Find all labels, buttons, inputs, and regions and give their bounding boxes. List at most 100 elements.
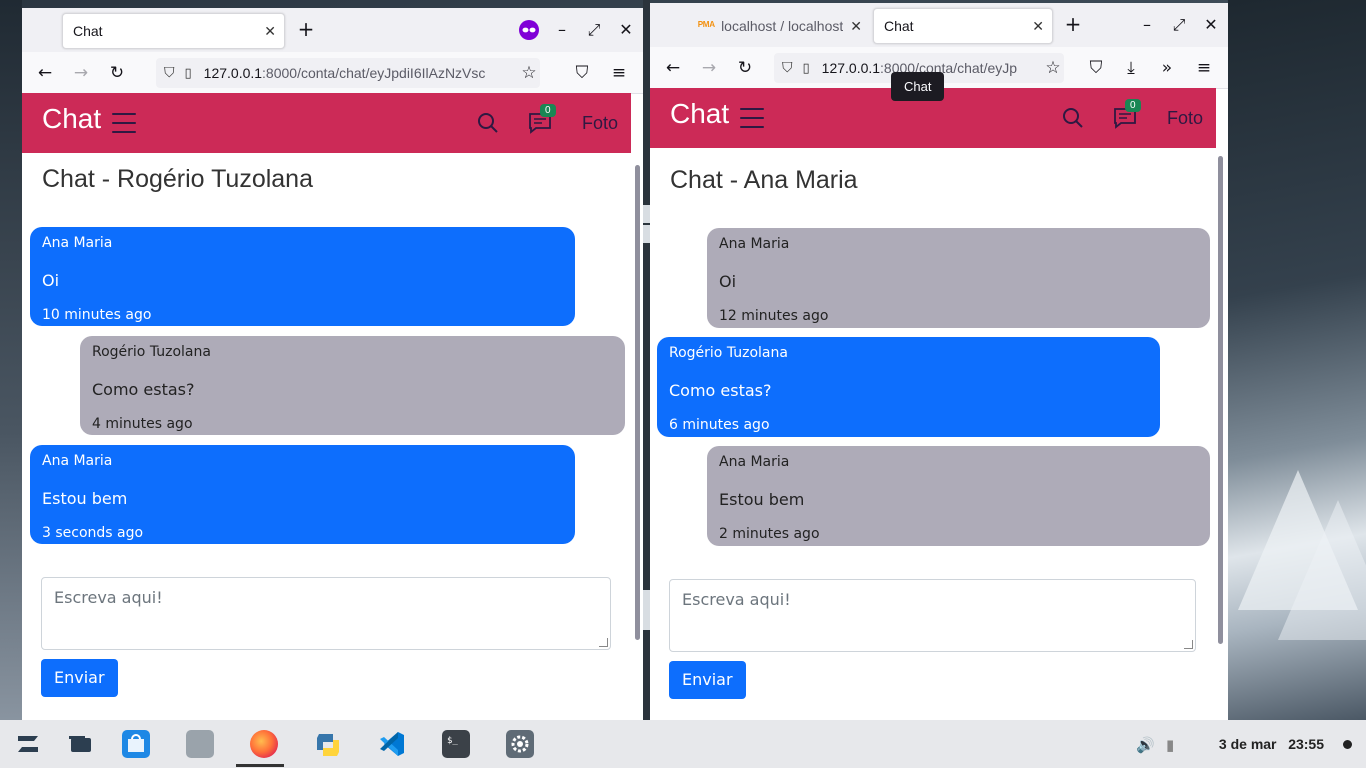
download-icon[interactable]: ⤓	[1120, 57, 1142, 79]
pocket-icon[interactable]: ⛉	[1085, 57, 1107, 79]
foto-link[interactable]: Foto	[1167, 108, 1203, 129]
message-sender: Ana Maria	[719, 236, 790, 252]
pocket-icon[interactable]: ⛉	[571, 62, 593, 84]
message-bubble: Ana Maria Oi 10 minutes ago	[30, 227, 575, 326]
browser-toolbar: ← → ↻ ⛉ ▯ 127.0.0.1:8000/conta/chat/eyJp…	[22, 52, 643, 94]
resize-handle-icon[interactable]	[1184, 640, 1193, 649]
tab-label: Chat	[73, 23, 103, 39]
settings-icon[interactable]	[506, 730, 534, 758]
close-icon[interactable]: ✕	[850, 18, 862, 35]
files-icon[interactable]	[186, 730, 214, 758]
send-button[interactable]: Enviar	[41, 659, 118, 697]
window-close-icon[interactable]: ✕	[616, 20, 636, 40]
page-icon: ▯	[802, 60, 810, 76]
zorin-menu-icon[interactable]	[14, 730, 42, 758]
page-title: Chat - Rogério Tuzolana	[42, 165, 313, 193]
resize-handle-icon[interactable]	[599, 638, 608, 647]
terminal-icon[interactable]: $_	[442, 730, 470, 758]
bookmark-star-icon[interactable]: ☆	[518, 62, 540, 84]
messages-icon[interactable]: 0	[1113, 99, 1141, 129]
app-navbar: Chat 0 Foto	[22, 93, 631, 153]
message-time: 12 minutes ago	[719, 308, 829, 324]
messages-icon[interactable]: 0	[528, 104, 556, 134]
tab-label: Chat	[884, 18, 914, 34]
reload-icon[interactable]: ↻	[734, 57, 756, 79]
scrollbar[interactable]	[635, 165, 640, 640]
message-bubble: Ana Maria Estou bem 3 seconds ago	[30, 445, 575, 544]
new-tab-icon[interactable]: +	[296, 19, 316, 39]
browser-window-right: ᴾᴹᴬ localhost / localhost ✕ Chat ✕ + – ⤢…	[650, 3, 1228, 720]
message-time: 2 minutes ago	[719, 526, 820, 542]
send-button[interactable]: Enviar	[669, 661, 746, 699]
message-bubble: Rogério Tuzolana Como estas? 6 minutes a…	[657, 337, 1160, 437]
app-brand[interactable]: Chat	[42, 103, 101, 135]
message-input[interactable]: Escreva aqui!	[41, 577, 611, 650]
maximize-icon[interactable]: ⤢	[1169, 15, 1189, 35]
message-count-badge: 0	[540, 104, 556, 117]
window-close-icon[interactable]: ✕	[1201, 15, 1221, 35]
overflow-chevron-icon[interactable]: »	[1156, 57, 1178, 79]
message-bubble: Rogério Tuzolana Como estas? 4 minutes a…	[80, 336, 625, 435]
forward-icon[interactable]: →	[70, 62, 92, 84]
window-switcher-icon[interactable]	[67, 730, 95, 758]
hamburger-menu-icon[interactable]	[112, 113, 136, 133]
vscode-icon[interactable]	[378, 730, 406, 758]
maximize-icon[interactable]: ⤢	[584, 20, 604, 40]
shield-icon[interactable]: ⛉	[782, 60, 793, 76]
taskbar: $_	[0, 720, 1366, 768]
app-brand[interactable]: Chat	[670, 98, 729, 130]
tab-label: localhost / localhost	[721, 18, 844, 34]
menu-icon[interactable]: ≡	[608, 62, 630, 84]
hamburger-menu-icon[interactable]	[740, 108, 764, 128]
desktop-background-left	[0, 0, 22, 720]
desktop-gap	[643, 0, 650, 720]
tab-bar: Chat ✕ + – ⤢ ✕	[22, 8, 643, 52]
tab-tooltip: Chat	[891, 72, 945, 101]
message-sender: Rogério Tuzolana	[669, 345, 788, 361]
message-bubble: Ana Maria Estou bem 2 minutes ago	[707, 446, 1210, 546]
back-icon[interactable]: ←	[662, 57, 684, 79]
forward-icon[interactable]: →	[698, 57, 720, 79]
back-icon[interactable]: ←	[34, 62, 56, 84]
url-host: 127.0.0.1	[821, 60, 881, 76]
tab-bar: ᴾᴹᴬ localhost / localhost ✕ Chat ✕ + – ⤢…	[650, 3, 1228, 47]
scrollbar[interactable]	[1218, 156, 1223, 644]
volume-icon[interactable]: 🔊	[1136, 736, 1155, 754]
search-icon[interactable]	[477, 112, 499, 134]
python-icon[interactable]	[313, 730, 341, 758]
battery-icon[interactable]: ▮	[1166, 736, 1174, 754]
search-icon[interactable]	[1062, 107, 1084, 129]
menu-icon[interactable]: ≡	[1193, 57, 1215, 79]
close-icon[interactable]: ✕	[264, 23, 276, 40]
new-tab-icon[interactable]: +	[1063, 14, 1083, 34]
clock-time: 23:55	[1288, 736, 1324, 752]
message-text: Como estas?	[669, 381, 772, 400]
url-bar[interactable]: ⛉ ▯ 127.0.0.1:8000/conta/chat/eyJpdiI6Il…	[156, 58, 540, 88]
running-indicator	[236, 764, 284, 767]
taskbar-clock[interactable]: 3 de mar 23:55	[1219, 736, 1324, 752]
message-sender: Ana Maria	[719, 454, 790, 470]
minimize-icon[interactable]: –	[1137, 15, 1157, 35]
software-store-icon[interactable]	[122, 730, 150, 758]
tab-chat[interactable]: Chat ✕	[62, 13, 285, 49]
message-text: Estou bem	[42, 489, 128, 508]
message-time: 4 minutes ago	[92, 416, 193, 432]
foto-link[interactable]: Foto	[582, 113, 618, 134]
message-text: Estou bem	[719, 490, 805, 509]
message-sender: Ana Maria	[42, 235, 113, 251]
firefox-icon[interactable]	[250, 730, 278, 758]
reload-icon[interactable]: ↻	[106, 62, 128, 84]
message-input[interactable]: Escreva aqui!	[669, 579, 1196, 652]
message-bubble: Ana Maria Oi 12 minutes ago	[707, 228, 1210, 328]
tab-chat[interactable]: Chat ✕	[873, 8, 1053, 44]
minimize-icon[interactable]: –	[552, 20, 572, 40]
url-host: 127.0.0.1	[203, 65, 263, 81]
url-path: :8000/conta/chat/eyJpdiI6IlAzNzVsc	[262, 65, 486, 81]
notification-dot-icon[interactable]	[1343, 740, 1352, 749]
message-time: 3 seconds ago	[42, 525, 144, 541]
shield-icon[interactable]: ⛉	[164, 65, 175, 81]
message-sender: Ana Maria	[42, 453, 113, 469]
tab-phpmyadmin[interactable]: ᴾᴹᴬ localhost / localhost ✕	[688, 8, 866, 44]
bookmark-star-icon[interactable]: ☆	[1042, 57, 1064, 79]
close-icon[interactable]: ✕	[1032, 18, 1044, 35]
